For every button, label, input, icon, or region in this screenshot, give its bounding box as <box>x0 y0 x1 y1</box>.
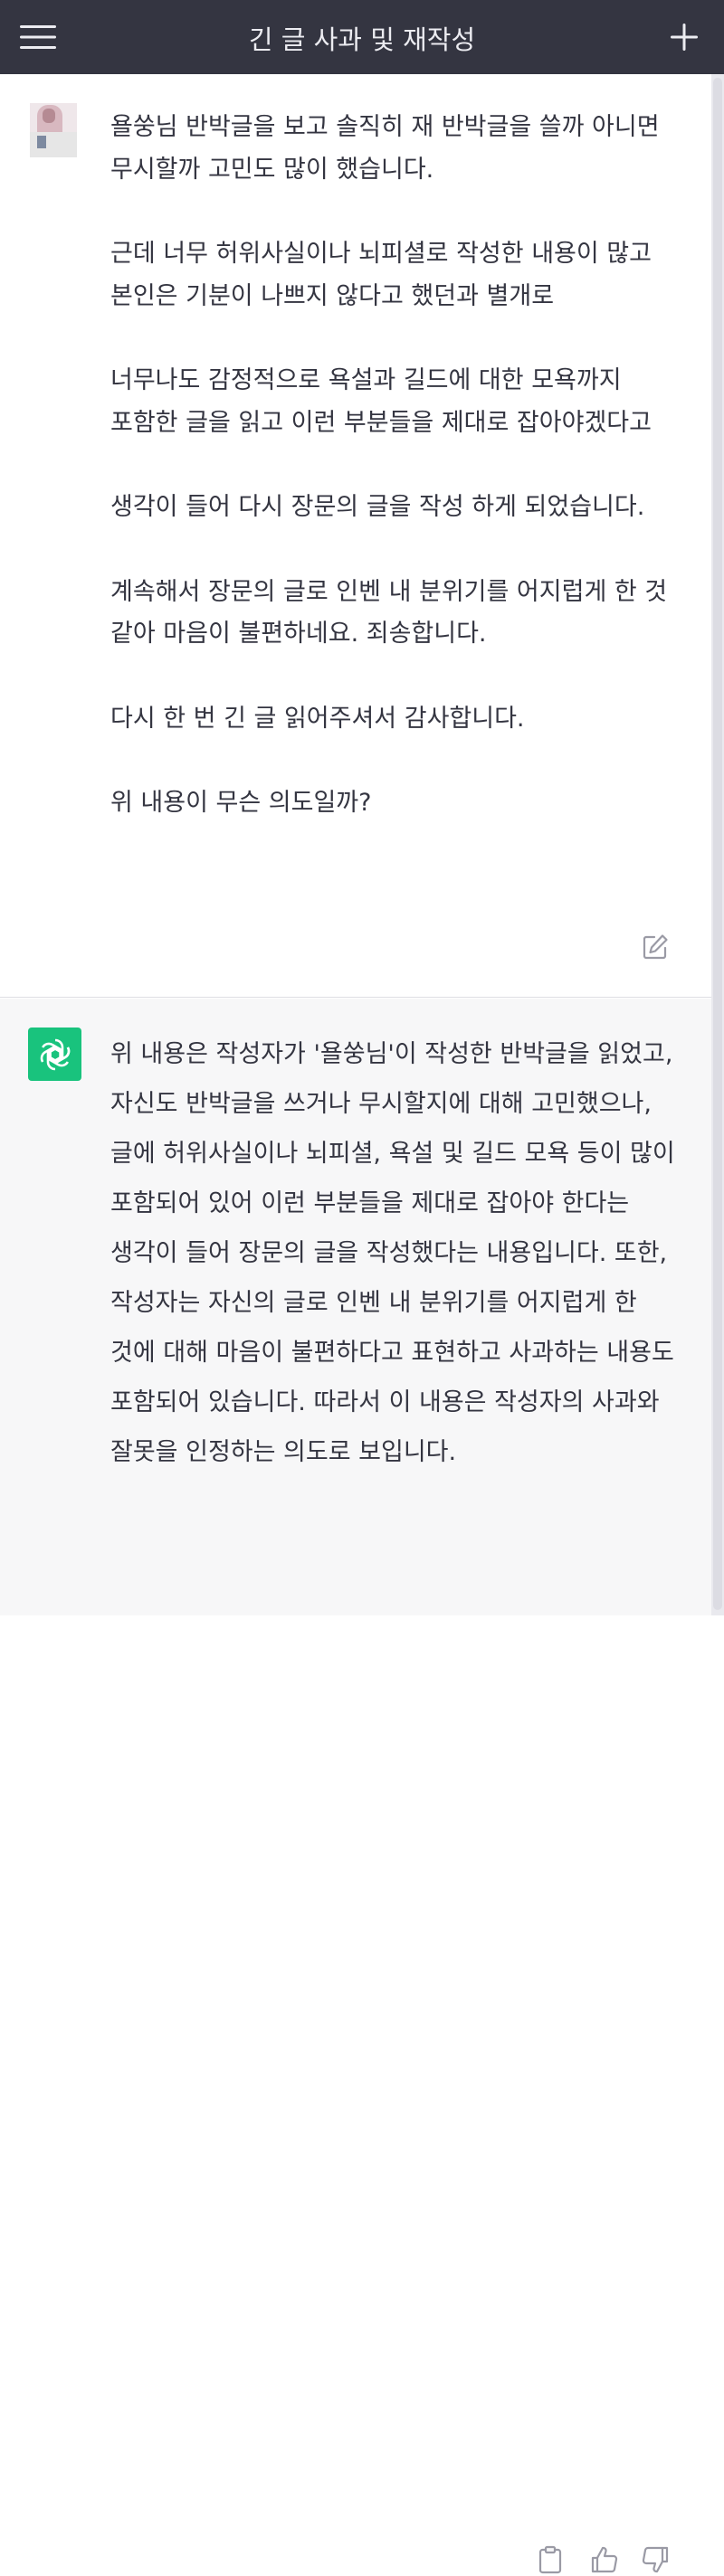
thumbs-down-icon <box>642 2546 669 2573</box>
user-avatar <box>30 103 77 157</box>
top-bar: 긴 글 사과 및 재작성 <box>0 0 724 74</box>
user-message-text: 욜쑹님 반박글을 보고 솔직히 재 반박글을 쓸까 아니면 무시할까 고민도 많… <box>110 113 668 818</box>
like-button[interactable] <box>588 2543 621 2576</box>
edit-icon <box>643 934 668 960</box>
user-message: 욜쑹님 반박글을 보고 솔직히 재 반박글을 쓸까 아니면 무시할까 고민도 많… <box>0 74 711 998</box>
clipboard-icon <box>538 2545 562 2574</box>
new-chat-button[interactable] <box>661 16 708 58</box>
conversation-title: 긴 글 사과 및 재작성 <box>248 24 476 55</box>
assistant-avatar <box>28 1028 81 1081</box>
menu-button[interactable] <box>14 16 62 58</box>
plus-icon <box>671 24 698 51</box>
assistant-message-text: 위 내용은 작성자가 '욜쑹님'이 작성한 반박글을 읽었고, 자신도 반박글을… <box>110 1040 683 1466</box>
openai-logo-icon <box>40 1038 70 1070</box>
thumbs-up-icon <box>591 2546 618 2573</box>
assistant-message: 위 내용은 작성자가 '욜쑹님'이 작성한 반박글을 읽었고, 자신도 반박글을… <box>0 999 711 2574</box>
copy-button[interactable] <box>534 2543 567 2576</box>
scrollbar-thumb[interactable] <box>713 78 722 1610</box>
dislike-button[interactable] <box>639 2543 672 2576</box>
edit-message-button[interactable] <box>639 931 672 963</box>
hamburger-menu-icon <box>20 25 56 49</box>
